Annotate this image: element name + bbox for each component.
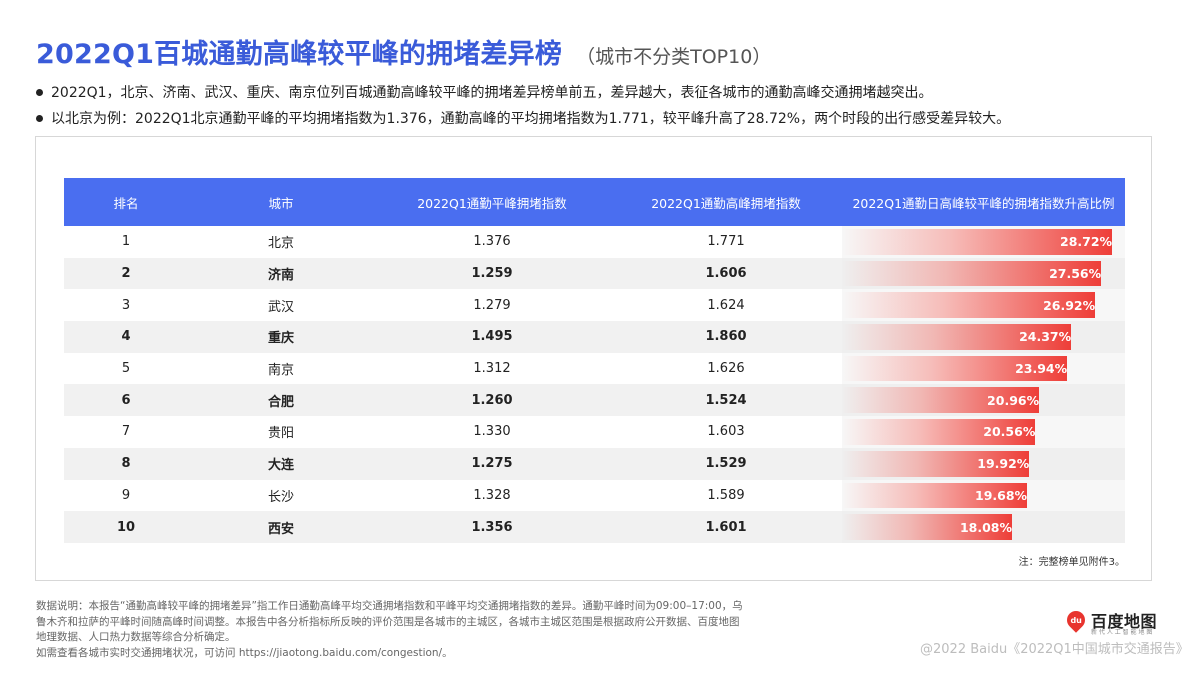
rank-cell: 10 (64, 511, 188, 543)
rank-cell: 4 (64, 321, 188, 353)
city-cell: 北京 (267, 236, 294, 252)
table-row: 2 济南 1.259 1.606 27.56% (64, 257, 1125, 290)
ratio-cell: 27.56% (842, 257, 1125, 290)
offpeak-cell: 1.279 (473, 297, 511, 313)
ratio-label: 19.92% (977, 456, 1030, 472)
city-cell: 南京 (267, 363, 294, 379)
rank-cell: 8 (64, 447, 188, 480)
ratio-label: 18.08% (959, 519, 1013, 535)
rank-cell: 9 (121, 487, 131, 503)
table-row: 4 重庆 1.495 1.860 24.37% (64, 321, 1125, 353)
offpeak-cell: 1.259 (374, 257, 610, 290)
peak-cell: 1.524 (610, 384, 842, 417)
table-row: 8 大连 1.275 1.529 19.92% (64, 447, 1125, 480)
rank-cell: 6 (64, 384, 188, 417)
table-row: 7 贵阳 1.330 1.603 20.56% (64, 416, 1125, 448)
ratio-label: 23.94% (1015, 361, 1068, 377)
data-notes: 数据说明：本报告“通勤高峰较平峰的拥堵差异”指工作日通勤高峰平均交通拥堵指数和平… (36, 599, 766, 661)
table-row: 10 西安 1.356 1.601 18.08% (64, 511, 1125, 543)
table-row: 6 合肥 1.260 1.524 20.96% (64, 384, 1125, 417)
peak-cell: 1.603 (707, 424, 745, 440)
ratio-label: 27.56% (1049, 266, 1102, 282)
ratio-cell: 19.68% (842, 479, 1125, 512)
baidu-map-logo: du 百度地图 新 代 人 工 智 能 地 图 (1063, 607, 1157, 636)
offpeak-cell: 1.260 (374, 384, 610, 417)
footer-line: 如需查看各城市实时交通拥堵状况，可访问 https://jiaotong.bai… (36, 646, 453, 659)
city-cell: 重庆 (188, 321, 374, 353)
ratio-label: 19.68% (975, 487, 1028, 503)
ratio-cell: 20.56% (842, 416, 1125, 448)
map-pin-icon: du (1063, 607, 1089, 633)
city-cell: 济南 (188, 257, 374, 290)
table-row: 1 北京 1.376 1.771 28.72% (64, 226, 1125, 258)
table-note: 注：完整榜单见附件3。 (1018, 557, 1125, 568)
city-cell: 武汉 (267, 299, 294, 315)
offpeak-cell: 1.330 (473, 424, 511, 440)
ratio-cell: 24.37% (842, 321, 1125, 353)
city-cell: 西安 (188, 511, 374, 543)
summary-bullets: 2022Q1，北京、济南、武汉、重庆、南京位列百城通勤高峰较平峰的拥堵差异榜单前… (36, 79, 1010, 131)
footer-line: 鲁木齐和拉萨的平峰时间随高峰时间调整。本报告中各分析指标所反映的评价范围是各城市… (36, 615, 740, 628)
column-header-rank: 排名 (64, 178, 188, 226)
bullet-dot-icon (36, 114, 43, 122)
page-title: 2022Q1百城通勤高峰较平峰的拥堵差异榜 (36, 39, 563, 70)
rank-cell: 1 (121, 234, 131, 250)
offpeak-cell: 1.356 (374, 511, 610, 543)
ratio-cell: 18.08% (842, 511, 1125, 543)
city-cell: 长沙 (267, 489, 294, 505)
offpeak-cell: 1.275 (374, 447, 610, 480)
bullet-item: 以北京为例：2022Q1北京通勤平峰的平均拥堵指数为1.376，通勤高峰的平均拥… (36, 105, 1010, 131)
ratio-cell: 23.94% (842, 352, 1125, 385)
ranking-panel: 排名 城市 2022Q1通勤平峰拥堵指数 2022Q1通勤高峰拥堵指数 2022… (35, 136, 1152, 581)
city-cell: 合肥 (188, 384, 374, 417)
ratio-cell: 19.92% (842, 447, 1125, 480)
table-header-row: 排名 城市 2022Q1通勤平峰拥堵指数 2022Q1通勤高峰拥堵指数 2022… (64, 178, 1125, 226)
ratio-label: 20.96% (987, 392, 1040, 408)
ratio-label: 24.37% (1019, 329, 1072, 345)
city-cell: 贵阳 (267, 426, 294, 442)
footer-line: 地理数据、人口热力数据等综合分析确定。 (36, 631, 236, 643)
offpeak-cell: 1.495 (374, 321, 610, 353)
peak-cell: 1.601 (610, 511, 842, 543)
offpeak-cell: 1.376 (473, 234, 511, 250)
offpeak-cell: 1.328 (473, 487, 511, 503)
ratio-label: 20.56% (983, 424, 1036, 440)
peak-cell: 1.589 (707, 487, 745, 503)
city-cell: 大连 (188, 447, 374, 480)
watermark: @2022 Baidu《2022Q1中国城市交通报告》 (920, 642, 1189, 657)
column-header-ratio: 2022Q1通勤日高峰较平峰的拥堵指数升高比例 (842, 178, 1125, 226)
peak-cell: 1.771 (707, 234, 745, 250)
ratio-cell: 20.96% (842, 384, 1125, 417)
table-row: 5 南京 1.312 1.626 23.94% (64, 352, 1125, 385)
ratio-cell: 26.92% (842, 289, 1125, 322)
rank-cell: 7 (121, 424, 131, 440)
rank-cell: 5 (121, 361, 131, 377)
ratio-label: 28.72% (1060, 234, 1113, 250)
column-header-city: 城市 (188, 178, 374, 226)
rank-cell: 3 (121, 297, 131, 313)
bullet-dot-icon (36, 88, 43, 96)
offpeak-cell: 1.312 (473, 361, 511, 377)
ranking-table: 排名 城市 2022Q1通勤平峰拥堵指数 2022Q1通勤高峰拥堵指数 2022… (64, 178, 1125, 543)
bullet-text: 以北京为例：2022Q1北京通勤平峰的平均拥堵指数为1.376，通勤高峰的平均拥… (51, 111, 1011, 127)
rank-cell: 2 (64, 257, 188, 290)
footer-line: 数据说明：本报告“通勤高峰较平峰的拥堵差异”指工作日通勤高峰平均交通拥堵指数和平… (36, 600, 743, 612)
column-header-peak: 2022Q1通勤高峰拥堵指数 (610, 178, 842, 226)
ratio-label: 26.92% (1043, 297, 1096, 313)
logo-tagline: 新 代 人 工 智 能 地 图 (1091, 629, 1153, 636)
bullet-text: 2022Q1，北京、济南、武汉、重庆、南京位列百城通勤高峰较平峰的拥堵差异榜单前… (51, 85, 933, 101)
peak-cell: 1.624 (707, 297, 745, 313)
table-row: 3 武汉 1.279 1.624 26.92% (64, 289, 1125, 322)
bullet-item: 2022Q1，北京、济南、武汉、重庆、南京位列百城通勤高峰较平峰的拥堵差异榜单前… (36, 79, 1010, 105)
title-row: 2022Q1百城通勤高峰较平峰的拥堵差异榜 （城市不分类TOP10） (36, 32, 771, 71)
peak-cell: 1.860 (610, 321, 842, 353)
peak-cell: 1.529 (610, 447, 842, 480)
column-header-offpeak: 2022Q1通勤平峰拥堵指数 (374, 178, 610, 226)
page-subtitle: （城市不分类TOP10） (576, 46, 772, 68)
table-row: 9 长沙 1.328 1.589 19.68% (64, 479, 1125, 512)
ratio-cell: 28.72% (842, 226, 1125, 258)
peak-cell: 1.626 (707, 361, 745, 377)
peak-cell: 1.606 (610, 257, 842, 290)
table-body: 1 北京 1.376 1.771 28.72% 2 济南 1.259 1.606 27.56% 3 武… (64, 226, 1125, 543)
